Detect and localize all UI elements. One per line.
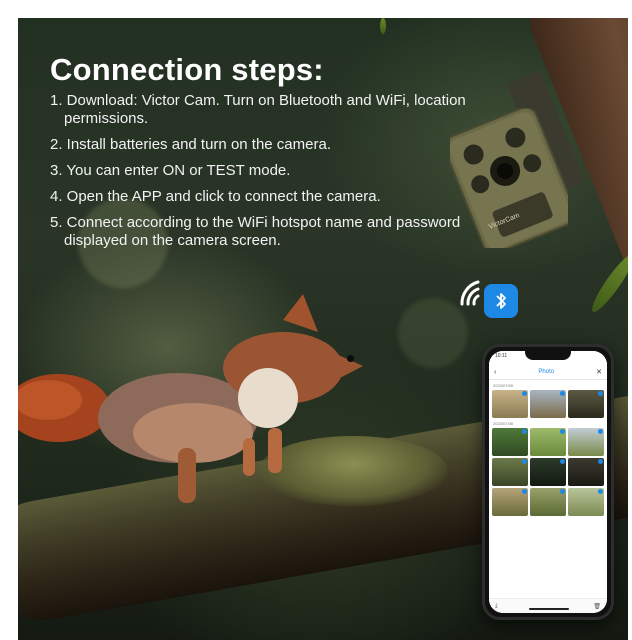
photo-grid	[489, 390, 607, 418]
check-icon	[598, 459, 603, 464]
photo-thumbnail[interactable]	[492, 428, 528, 456]
step-item: 1. Download: Victor Cam. Turn on Bluetoo…	[50, 92, 466, 127]
step-item: 2. Install batteries and turn on the cam…	[50, 136, 331, 153]
close-icon[interactable]: ✕	[596, 368, 602, 376]
page-title: Connection steps:	[50, 52, 324, 87]
download-icon[interactable]: ⤓	[495, 603, 498, 610]
photo-thumbnail[interactable]	[492, 390, 528, 418]
app-header-title: Photo	[538, 369, 555, 375]
check-icon	[560, 459, 565, 464]
photo-thumbnail[interactable]	[492, 488, 528, 516]
trash-icon[interactable]: 🗑	[593, 603, 601, 610]
squirrel-leg	[178, 448, 196, 503]
squirrel-illustration	[18, 294, 363, 503]
photo-thumbnail[interactable]	[568, 428, 604, 456]
smartphone: 10:11 ‹ Photo ✕ 2023/07/09 2023/07/08 ⤓ …	[482, 344, 614, 620]
leaf	[380, 18, 386, 34]
check-icon	[560, 489, 565, 494]
phone-toolbar: ⤓ 🗑	[489, 598, 607, 613]
date-label: 2023/07/09	[493, 383, 514, 388]
squirrel-ear	[283, 294, 318, 332]
check-icon	[560, 391, 565, 396]
steps-list: 1. Download: Victor Cam. Turn on Bluetoo…	[50, 92, 470, 258]
check-icon	[598, 489, 603, 494]
hero-image: VictorCam Connection steps: 1. Download:…	[18, 18, 628, 640]
photo-thumbnail[interactable]	[568, 390, 604, 418]
photo-thumbnail[interactable]	[568, 458, 604, 486]
phone-notch	[525, 351, 571, 360]
photo-thumbnail[interactable]	[492, 458, 528, 486]
check-icon	[560, 429, 565, 434]
photo-thumbnail[interactable]	[568, 488, 604, 516]
squirrel-chest	[238, 368, 298, 428]
check-icon	[522, 391, 527, 396]
step-item: 3. You can enter ON or TEST mode.	[50, 162, 291, 179]
check-icon	[522, 429, 527, 434]
photo-thumbnail[interactable]	[530, 458, 566, 486]
check-icon	[598, 429, 603, 434]
check-icon	[522, 489, 527, 494]
check-icon	[598, 391, 603, 396]
check-icon	[522, 459, 527, 464]
chevron-left-icon[interactable]: ‹	[494, 369, 496, 376]
squirrel-eye	[347, 355, 354, 362]
photo-thumbnail[interactable]	[530, 390, 566, 418]
photo-grid	[489, 428, 607, 516]
date-label: 2023/07/08	[493, 421, 514, 426]
bluetooth-icon	[496, 293, 506, 309]
photo-thumbnail[interactable]	[530, 428, 566, 456]
leaf	[587, 250, 628, 316]
step-item: 5. Connect according to the WiFi hotspot…	[50, 214, 461, 249]
bluetooth-badge	[484, 284, 518, 318]
step-item: 4. Open the APP and click to connect the…	[50, 188, 381, 205]
photo-thumbnail[interactable]	[530, 488, 566, 516]
app-header: ‹ Photo ✕	[489, 365, 607, 380]
home-indicator	[529, 608, 569, 610]
phone-screen: 10:11 ‹ Photo ✕ 2023/07/09 2023/07/08 ⤓ …	[489, 351, 607, 613]
